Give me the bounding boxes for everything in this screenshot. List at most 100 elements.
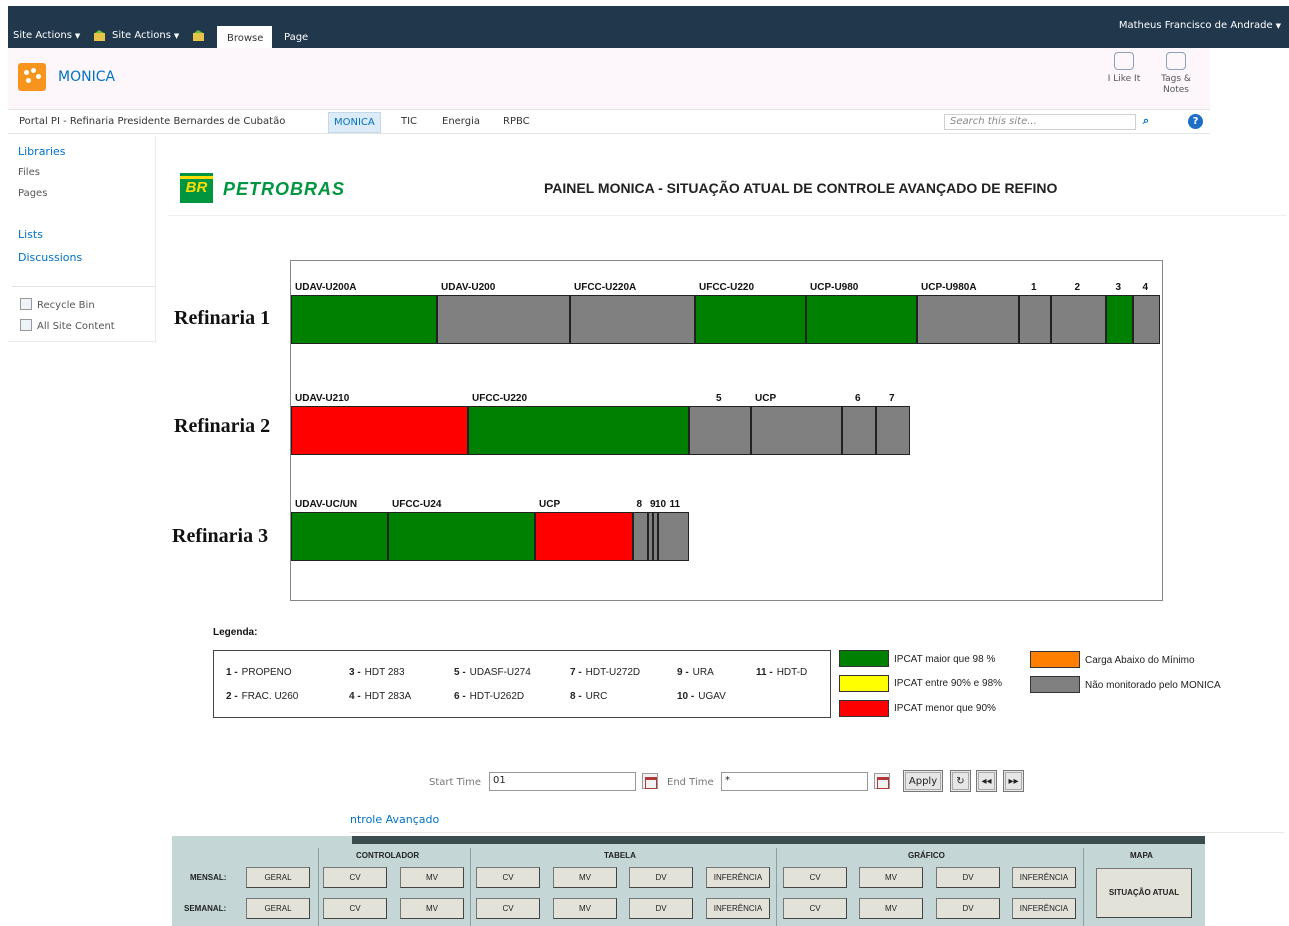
legend-item-number: 5 - <box>454 667 466 678</box>
semanal-controlador-cv-button[interactable]: CV <box>323 898 387 919</box>
unit-status-bar[interactable] <box>1106 295 1133 344</box>
search-input[interactable]: Search this site... <box>944 114 1136 130</box>
ql-all-site-content[interactable]: All Site Content <box>20 319 115 332</box>
legend-item: 11 - HDT-D <box>756 667 807 678</box>
start-time-label: Start Time <box>429 777 482 788</box>
ql-files[interactable]: Files <box>18 167 40 178</box>
unit-label: 5 <box>716 393 722 404</box>
unit-status-bar[interactable] <box>751 406 842 455</box>
unit-status-bar[interactable] <box>291 406 468 455</box>
ribbon-bar: Site Actions ▼ Site Actions ▼ Browse Page … <box>8 6 1289 48</box>
mensal-controlador-cv-button[interactable]: CV <box>323 867 387 888</box>
unit-status-bar[interactable] <box>1051 295 1106 344</box>
unit-status-bar[interactable] <box>806 295 917 344</box>
unit-status-bar[interactable] <box>917 295 1019 344</box>
legend-item-name: FRAC. U260 <box>241 691 299 702</box>
semanal-geral-button[interactable]: GERAL <box>246 898 310 919</box>
site-actions-label: Site Actions <box>112 30 171 41</box>
unit-status-bar[interactable] <box>689 406 751 455</box>
semanal-controlador-mv-button[interactable]: MV <box>400 898 464 919</box>
ql-libraries[interactable]: Libraries <box>18 145 66 158</box>
mensal-controlador-mv-button[interactable]: MV <box>400 867 464 888</box>
navigate-up-icon[interactable] <box>93 30 106 42</box>
unit-status-bar[interactable] <box>1019 295 1051 344</box>
unit-status-bar[interactable] <box>437 295 570 344</box>
mensal-tabela-mv-button[interactable]: MV <box>553 867 617 888</box>
unit-status-bar[interactable] <box>876 406 910 455</box>
mensal-grafico-cv-button[interactable]: CV <box>783 867 847 888</box>
i-like-it-button[interactable]: I Like It <box>1101 52 1147 85</box>
nav-energia[interactable]: Energia <box>442 116 480 127</box>
nav-portal[interactable]: Portal PI - Refinaria Presidente Bernard… <box>19 116 285 127</box>
unit-label: UDAV-U210 <box>295 393 350 404</box>
forward-button[interactable]: ▸▸ <box>1003 770 1024 792</box>
unit-label: 6 <box>855 393 861 404</box>
unit-label: UCP-U980 <box>810 282 859 293</box>
tag-icon <box>1166 52 1186 70</box>
ql-pages[interactable]: Pages <box>18 188 47 199</box>
petrobras-logo-icon: BR <box>180 173 213 203</box>
user-menu[interactable]: Matheus Francisco de Andrade ▼ <box>1119 20 1281 31</box>
controle-avancado-link[interactable]: ntrole Avançado <box>350 813 439 826</box>
fast-forward-icon: ▸▸ <box>1005 772 1022 790</box>
ql-recycle-bin[interactable]: Recycle Bin <box>20 298 95 311</box>
unit-status-bar[interactable] <box>468 406 689 455</box>
apply-button[interactable]: Apply <box>903 770 943 792</box>
refresh-button[interactable]: ↻ <box>950 770 971 792</box>
unit-status-bar[interactable] <box>695 295 806 344</box>
calendar-icon[interactable] <box>874 773 890 789</box>
mensal-geral-button[interactable]: GERAL <box>246 867 310 888</box>
unit-status-bar[interactable] <box>570 295 695 344</box>
mensal-grafico-dv-button[interactable]: DV <box>936 867 1000 888</box>
unit-status-bar[interactable] <box>291 512 388 561</box>
situacao-atual-button[interactable]: SITUAÇÃO ATUAL <box>1096 868 1192 918</box>
ql-lists[interactable]: Lists <box>18 228 43 241</box>
site-title[interactable]: MONICA <box>58 69 115 85</box>
unit-label: 8 <box>636 499 643 510</box>
color-legend-label: IPCAT entre 90% e 98% <box>894 678 1003 689</box>
tags-notes-button[interactable]: Tags & Notes <box>1153 52 1199 96</box>
nav-tic[interactable]: TIC <box>401 116 417 127</box>
legend-item-number: 1 - <box>226 667 238 678</box>
mensal-grafico-inferencia-button[interactable]: INFERÊNCIA <box>1012 867 1076 888</box>
legend-item-number: 2 - <box>226 691 238 702</box>
unit-status-bar[interactable] <box>842 406 876 455</box>
unit-status-bar[interactable] <box>535 512 633 561</box>
start-time-input[interactable]: 01 <box>489 772 636 791</box>
unit-status-bar[interactable] <box>1133 295 1160 344</box>
nav-monica[interactable]: MONICA <box>328 112 381 133</box>
mensal-tabela-inferencia-button[interactable]: INFERÊNCIA <box>706 867 770 888</box>
search-icon[interactable]: ⌕ <box>1136 114 1156 130</box>
tab-browse[interactable]: Browse <box>217 26 272 48</box>
unit-status-bar[interactable] <box>633 512 648 561</box>
tab-page[interactable]: Page <box>284 32 308 43</box>
semanal-grafico-dv-button[interactable]: DV <box>936 898 1000 919</box>
end-time-input[interactable]: * <box>721 772 868 791</box>
semanal-tabela-cv-button[interactable]: CV <box>476 898 540 919</box>
help-icon[interactable]: ? <box>1188 114 1203 129</box>
site-logo-icon[interactable] <box>18 63 46 91</box>
calendar-icon[interactable] <box>642 773 658 789</box>
semanal-tabela-mv-button[interactable]: MV <box>553 898 617 919</box>
back-button[interactable]: ◂◂ <box>976 770 997 792</box>
semanal-tabela-dv-button[interactable]: DV <box>629 898 693 919</box>
color-swatch <box>839 650 889 667</box>
mensal-tabela-cv-button[interactable]: CV <box>476 867 540 888</box>
site-header: MONICA I Like It Tags & Notes <box>8 48 1210 110</box>
unit-status-bar[interactable] <box>658 512 689 561</box>
site-actions-menu-2[interactable]: Site Actions ▼ <box>112 30 179 41</box>
nav-rpbc[interactable]: RPBC <box>503 116 530 127</box>
edit-page-icon[interactable] <box>192 30 205 42</box>
semanal-grafico-mv-button[interactable]: MV <box>859 898 923 919</box>
unit-status-bar[interactable] <box>388 512 535 561</box>
semanal-grafico-cv-button[interactable]: CV <box>783 898 847 919</box>
mensal-tabela-dv-button[interactable]: DV <box>629 867 693 888</box>
color-legend-label: Carga Abaixo do Mínimo <box>1085 655 1195 666</box>
tags-notes-label: Tags & <box>1161 74 1191 84</box>
semanal-grafico-inferencia-button[interactable]: INFERÊNCIA <box>1012 898 1076 919</box>
semanal-tabela-inferencia-button[interactable]: INFERÊNCIA <box>706 898 770 919</box>
mensal-grafico-mv-button[interactable]: MV <box>859 867 923 888</box>
ql-discussions[interactable]: Discussions <box>18 251 82 264</box>
site-actions-menu[interactable]: Site Actions ▼ <box>13 30 80 41</box>
unit-status-bar[interactable] <box>291 295 437 344</box>
